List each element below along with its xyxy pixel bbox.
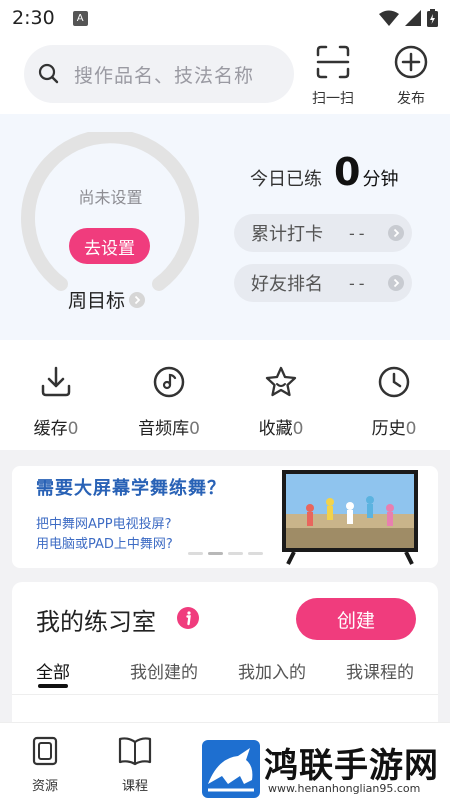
set-goal-button[interactable]: 去设置	[69, 228, 150, 264]
today-practice: 今日已练 0 分钟	[250, 150, 398, 194]
history-count: 0	[405, 419, 417, 439]
search-bar[interactable]: 搜作品名、技法名称	[24, 45, 294, 103]
star-icon	[265, 366, 297, 397]
tab-joined[interactable]: 我加入的	[238, 658, 306, 683]
download-icon	[41, 366, 71, 397]
wifi-icon	[379, 10, 399, 26]
history-button[interactable]: 历史0	[339, 364, 449, 439]
top-bar: 搜作品名、技法名称 扫一扫 发布	[0, 36, 450, 114]
scan-button[interactable]: 扫一扫	[303, 44, 363, 108]
notification-icon: A	[72, 10, 88, 26]
battery-icon	[427, 9, 438, 27]
checkin-value: --	[349, 223, 369, 243]
cache-label: 缓存	[33, 419, 68, 439]
today-unit: 分钟	[362, 169, 399, 190]
signal-icon	[405, 10, 421, 26]
nav-courses-label: 课程	[121, 779, 148, 794]
nav-courses[interactable]: 课程	[100, 735, 170, 794]
status-bar: 2:30 A	[0, 0, 450, 36]
audio-library-label: 音频库	[138, 419, 190, 439]
status-time: 2:30	[12, 7, 55, 29]
add-circle-icon	[394, 45, 428, 79]
friends-rank-pill[interactable]: 好友排名 --	[234, 264, 412, 302]
tv-cast-banner[interactable]: 需要大屏幕学舞练舞？ 把中舞网APP电视投屏? 用电脑或PAD上中舞网?	[12, 466, 438, 568]
carousel-dots	[188, 552, 263, 555]
resource-icon	[32, 736, 58, 766]
audio-library-count: 0	[189, 419, 200, 439]
publish-button[interactable]: 发布	[381, 44, 441, 108]
today-label: 今日已练	[250, 169, 322, 190]
chevron-right-icon	[388, 275, 404, 291]
carousel-dot	[188, 552, 203, 555]
carousel-dot	[228, 552, 243, 555]
music-disc-icon	[153, 366, 185, 398]
tab-created[interactable]: 我创建的	[130, 658, 198, 683]
nav-resources-label: 资源	[31, 779, 58, 794]
favorites-button[interactable]: 收藏0	[226, 364, 336, 439]
publish-label: 发布	[397, 91, 425, 107]
watermark-url: www.henanhonglian95.com	[268, 782, 421, 795]
friends-rank-value: --	[349, 273, 369, 293]
chevron-right-icon	[388, 225, 404, 241]
friends-rank-label: 好友排名	[251, 274, 323, 295]
quick-actions: 缓存0 音频库0 收藏0 历史0	[0, 340, 450, 450]
divider	[12, 694, 438, 695]
watermark-logo	[202, 740, 260, 798]
watermark: 鸿联手游网 www.henanhonglian95.com	[198, 738, 450, 800]
chevron-right-icon	[129, 291, 146, 308]
goal-unset-text: 尚未设置	[78, 188, 143, 207]
banner-title: 需要大屏幕学舞练舞？	[36, 478, 226, 499]
tab-all[interactable]: 全部	[36, 658, 70, 683]
practice-room-title: 我的练习室	[36, 608, 156, 636]
nav-resources[interactable]: 资源	[10, 735, 80, 794]
book-icon	[118, 737, 152, 766]
cache-button[interactable]: 缓存0	[1, 364, 111, 439]
favorites-label: 收藏	[258, 419, 293, 439]
create-room-button[interactable]: 创建	[296, 598, 416, 640]
tab-courses[interactable]: 我课程的	[346, 658, 414, 683]
active-tab-indicator	[38, 684, 68, 688]
status-icons	[379, 9, 438, 27]
favorites-count: 0	[292, 419, 304, 439]
scan-icon	[316, 45, 350, 79]
carousel-dot	[208, 552, 223, 555]
tv-illustration	[282, 470, 418, 565]
checkin-pill[interactable]: 累计打卡 --	[234, 214, 412, 252]
watermark-title: 鸿联手游网	[264, 746, 439, 786]
today-value: 0	[334, 150, 361, 194]
audio-library-button[interactable]: 音频库0	[114, 364, 224, 439]
practice-room-card: 我的练习室 创建 全部 我创建的 我加入的 我课程的	[12, 582, 438, 732]
info-icon[interactable]	[176, 606, 200, 630]
weekly-goal-link[interactable]: 周目标	[68, 286, 146, 313]
banner-line-1: 把中舞网APP电视投屏?	[36, 517, 172, 532]
search-icon	[38, 63, 59, 84]
clock-icon	[378, 366, 410, 398]
cache-count: 0	[67, 419, 79, 439]
history-label: 历史	[371, 419, 406, 439]
search-placeholder: 搜作品名、技法名称	[74, 64, 255, 87]
checkin-label: 累计打卡	[251, 224, 323, 245]
weekly-goal-label: 周目标	[68, 290, 126, 312]
goal-panel: 尚未设置 去设置 周目标 今日已练 0 分钟 累计打卡 -- 好友排名 --	[0, 114, 450, 340]
carousel-dot	[248, 552, 263, 555]
scan-label: 扫一扫	[312, 91, 354, 107]
banner-line-2: 用电脑或PAD上中舞网?	[36, 537, 173, 552]
